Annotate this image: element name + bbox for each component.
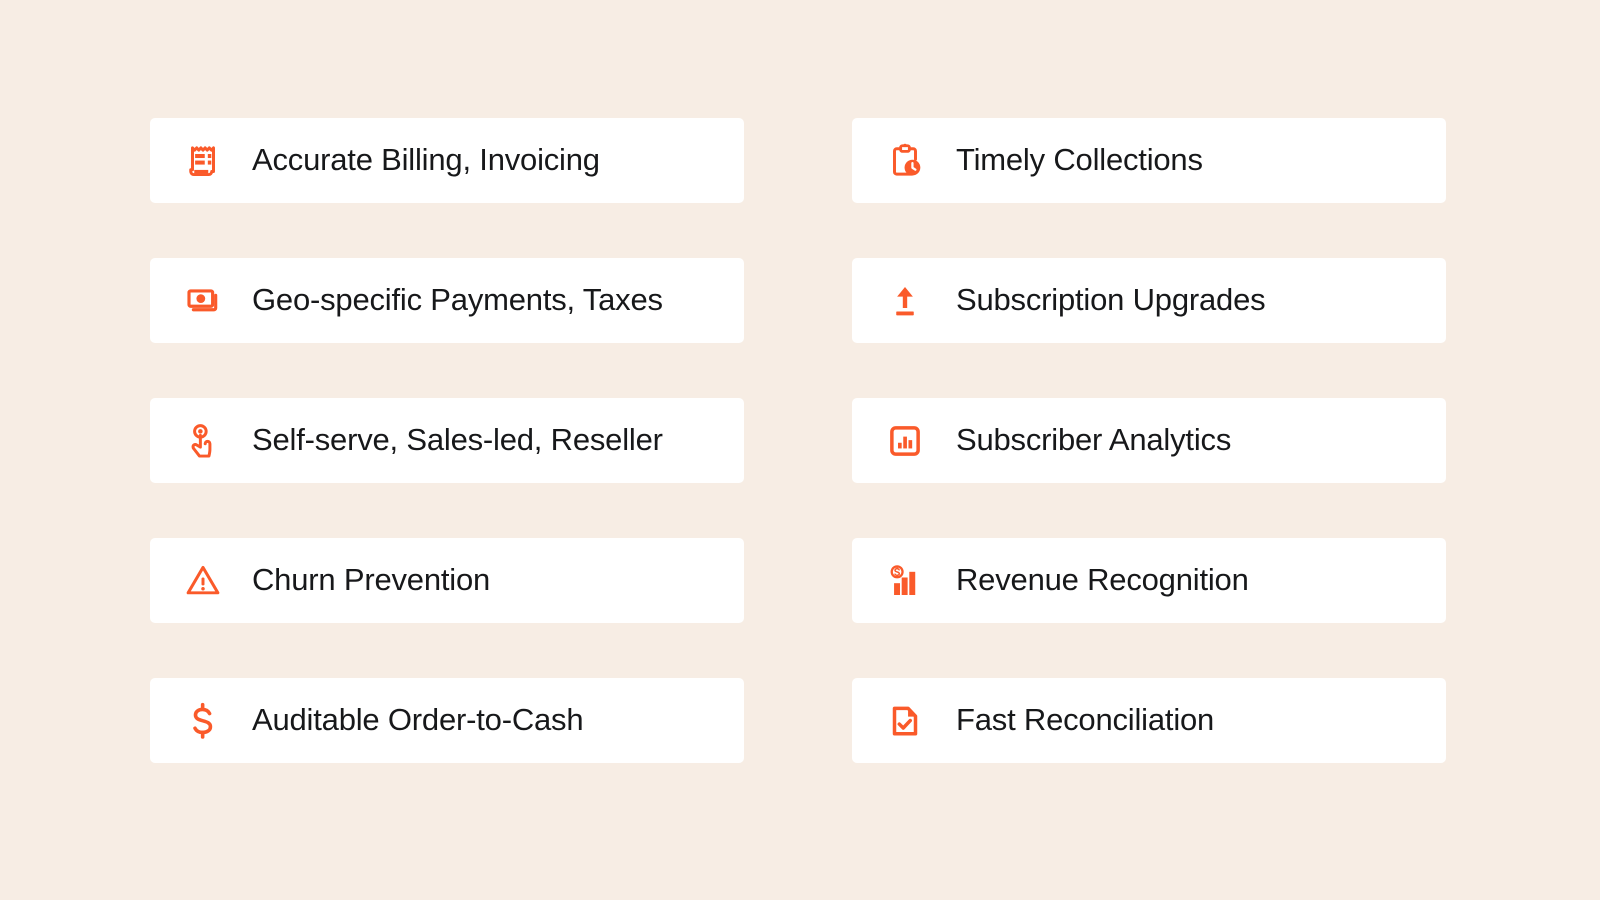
feature-card-geo-specific-payments[interactable]: Geo-specific Payments, Taxes: [150, 258, 744, 343]
feature-card-label: Geo-specific Payments, Taxes: [252, 282, 663, 318]
dollar-sign-icon: [176, 694, 230, 748]
document-check-icon: [878, 694, 932, 748]
receipt-icon: [176, 134, 230, 188]
feature-card-label: Subscription Upgrades: [956, 282, 1266, 318]
feature-card-subscriber-analytics[interactable]: Subscriber Analytics: [852, 398, 1446, 483]
banknotes-icon: [176, 274, 230, 328]
feature-card-label: Revenue Recognition: [956, 562, 1249, 598]
bar-chart-box-icon: [878, 414, 932, 468]
dollar-bar-chart-icon: [878, 554, 932, 608]
feature-card-label: Churn Prevention: [252, 562, 491, 598]
feature-card-subscription-upgrades[interactable]: Subscription Upgrades: [852, 258, 1446, 343]
feature-card-timely-collections[interactable]: Timely Collections: [852, 118, 1446, 203]
feature-card-label: Accurate Billing, Invoicing: [252, 142, 600, 178]
feature-card-label: Self-serve, Sales-led, Reseller: [252, 422, 663, 458]
feature-card-self-serve-sales-led-reseller[interactable]: Self-serve, Sales-led, Reseller: [150, 398, 744, 483]
feature-card-label: Timely Collections: [956, 142, 1203, 178]
tap-hand-icon: [176, 414, 230, 468]
feature-grid-board: Accurate Billing, Invoicing Timely Colle…: [0, 0, 1600, 900]
feature-card-auditable-order-to-cash[interactable]: Auditable Order-to-Cash: [150, 678, 744, 763]
clipboard-clock-icon: [878, 134, 932, 188]
feature-card-fast-reconciliation[interactable]: Fast Reconciliation: [852, 678, 1446, 763]
feature-card-label: Subscriber Analytics: [956, 422, 1232, 458]
feature-card-grid: Accurate Billing, Invoicing Timely Colle…: [150, 118, 1450, 763]
feature-card-label: Fast Reconciliation: [956, 702, 1215, 738]
feature-card-churn-prevention[interactable]: Churn Prevention: [150, 538, 744, 623]
feature-card-accurate-billing[interactable]: Accurate Billing, Invoicing: [150, 118, 744, 203]
feature-card-revenue-recognition[interactable]: Revenue Recognition: [852, 538, 1446, 623]
warning-triangle-icon: [176, 554, 230, 608]
upload-arrow-icon: [878, 274, 932, 328]
feature-card-label: Auditable Order-to-Cash: [252, 702, 584, 738]
